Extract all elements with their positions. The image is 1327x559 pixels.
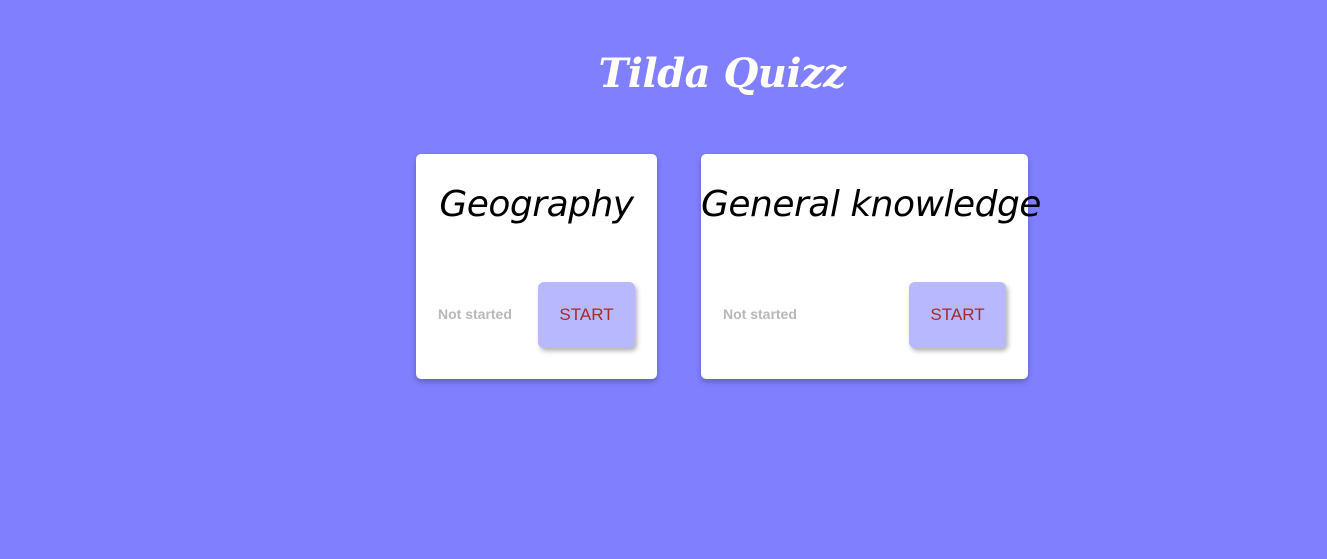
quiz-title: Geography	[439, 184, 634, 225]
quiz-title: General knowledge	[701, 184, 1041, 225]
quiz-card-general-knowledge: General knowledge Not started START	[701, 154, 1041, 379]
page: Tilda Quizz Geography Not started START …	[0, 0, 1327, 559]
app-title: Tilda Quizz	[598, 50, 846, 97]
start-button[interactable]: START	[909, 282, 1006, 348]
quiz-status: Not started	[723, 306, 797, 322]
start-button[interactable]: START	[538, 282, 635, 348]
quiz-list: Geography Not started START General know…	[416, 154, 1041, 379]
quiz-card-geography: Geography Not started START	[416, 154, 657, 379]
quiz-status: Not started	[438, 306, 512, 322]
